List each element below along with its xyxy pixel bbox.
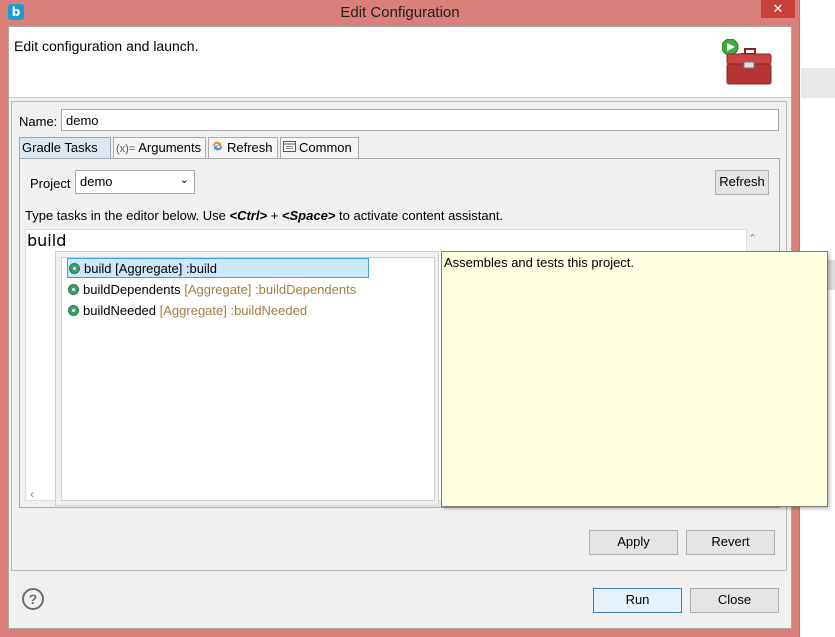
scroll-up-icon[interactable]: ⌃ <box>748 232 757 245</box>
gradle-task-icon <box>69 263 80 274</box>
completion-item[interactable]: buildDependents [Aggregate] :buildDepend… <box>67 280 356 300</box>
variable-icon: (x)= <box>116 143 136 155</box>
documentation-text: Assembles and tests this project. <box>444 255 635 270</box>
tab-label: Common <box>299 140 352 155</box>
hint-ctrl-key: <Ctrl> <box>229 208 268 223</box>
tab-label: Refresh <box>227 140 273 155</box>
revert-button[interactable]: Revert <box>686 530 775 555</box>
completion-name: buildDependents <box>83 282 181 297</box>
refresh-icon <box>211 139 224 159</box>
header-message: Edit configuration and launch. <box>14 38 199 54</box>
completion-detail: [Aggregate] :buildNeeded <box>159 303 308 318</box>
name-label: Name: <box>19 114 58 129</box>
completion-detail: [Aggregate] :buildDependents <box>184 282 357 297</box>
tab-label: Arguments <box>138 140 202 155</box>
tab-refresh[interactable]: Refresh <box>208 137 278 158</box>
completion-item[interactable]: build [Aggregate] :build <box>67 258 369 278</box>
apply-button[interactable]: Apply <box>589 530 678 555</box>
dialog-header: Edit configuration and launch. <box>9 27 791 98</box>
documentation-tooltip: Assembles and tests this project. <box>441 251 828 507</box>
content-assist-hint: Type tasks in the editor below. Use <Ctr… <box>25 208 503 223</box>
tab-gradle-tasks[interactable]: Gradle Tasks <box>19 137 111 159</box>
gradle-task-icon <box>68 284 79 295</box>
help-icon[interactable]: ? <box>22 588 44 610</box>
window-title: Edit Configuration <box>340 4 460 21</box>
project-value: demo <box>80 174 113 189</box>
project-select[interactable]: demo ⌄ <box>75 170 195 194</box>
gradle-task-icon <box>68 305 79 316</box>
completion-name: buildNeeded <box>83 303 157 318</box>
background-band <box>801 68 835 98</box>
name-field[interactable] <box>61 109 779 131</box>
hint-space-key: <Space> <box>281 208 336 223</box>
hint-text-end: to activate content assistant. <box>335 208 504 223</box>
common-tab-icon <box>283 139 296 159</box>
close-window-button[interactable]: ✕ <box>761 0 795 18</box>
tab-label: Gradle Tasks <box>22 140 98 155</box>
toolbox-run-icon <box>722 39 772 85</box>
refresh-project-button[interactable]: Refresh <box>715 170 769 195</box>
scroll-left-icon[interactable]: ‹ <box>30 487 34 501</box>
run-button[interactable]: Run <box>593 588 682 613</box>
completion-item[interactable]: buildNeeded [Aggregate] :buildNeeded <box>67 301 307 321</box>
task-editor-text: build <box>27 231 67 250</box>
chevron-down-icon: ⌄ <box>179 174 189 186</box>
title-bar[interactable]: b Edit Configuration ✕ <box>0 0 800 26</box>
completion-detail: [Aggregate] :build <box>115 261 217 276</box>
project-label: Project <box>30 176 71 191</box>
close-button[interactable]: Close <box>690 588 779 613</box>
tab-arguments[interactable]: (x)= Arguments <box>113 137 206 158</box>
hint-text: Type tasks in the editor below. Use <box>25 208 230 223</box>
hint-plus: + <box>267 208 282 223</box>
tab-common[interactable]: Common <box>280 137 359 158</box>
completion-name: build <box>84 261 112 276</box>
